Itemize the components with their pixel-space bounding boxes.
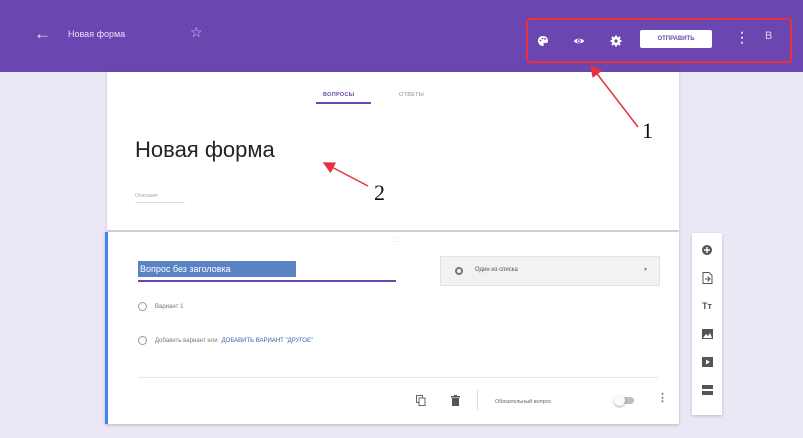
question-type-select[interactable]: Один из списка ▾ xyxy=(440,256,660,286)
required-toggle[interactable] xyxy=(614,395,634,406)
drag-handle-icon[interactable]: ⁚⁚⁚ xyxy=(389,236,399,244)
toolbar-highlight-box xyxy=(526,18,792,63)
import-questions-icon[interactable] xyxy=(700,271,714,285)
option-label[interactable]: Вариант 1 xyxy=(155,304,183,310)
callout-label-2: 2 xyxy=(374,180,385,205)
description-underline xyxy=(135,202,185,203)
add-other-option-link[interactable]: ДОБАВИТЬ ВАРИАНТ "ДРУГОЕ" xyxy=(222,338,314,344)
callout-label-1: 1 xyxy=(642,118,653,143)
question-card[interactable]: ⁚⁚⁚ Вопрос без заголовка Один из списка … xyxy=(105,232,679,424)
question-title-underline xyxy=(138,280,396,282)
radio-circle-icon xyxy=(138,336,147,345)
chevron-down-icon: ▾ xyxy=(643,267,647,273)
question-title-input[interactable]: Вопрос без заголовка xyxy=(138,261,296,277)
add-title-icon[interactable]: Tт xyxy=(700,299,714,313)
trash-icon[interactable] xyxy=(450,394,460,406)
tab-questions[interactable]: ВОПРОСЫ xyxy=(323,92,354,98)
form-header-card: ВОПРОСЫ ОТВЕТЫ Новая форма Описание xyxy=(107,72,679,230)
add-image-icon[interactable] xyxy=(700,327,714,341)
option-row[interactable]: Вариант 1 xyxy=(138,302,183,311)
star-outline-icon[interactable]: ☆ xyxy=(190,25,203,39)
radio-type-icon xyxy=(455,267,463,275)
add-option-row[interactable]: Добавить вариант или ДОБАВИТЬ ВАРИАНТ "Д… xyxy=(138,336,313,345)
tab-responses[interactable]: ОТВЕТЫ xyxy=(399,92,424,98)
footer-vertical-divider xyxy=(477,390,478,410)
required-label: Обязательный вопрос xyxy=(495,399,552,405)
arrow-back-icon[interactable]: ← xyxy=(34,25,51,42)
add-option-text[interactable]: Добавить вариант или xyxy=(155,338,218,344)
add-video-icon[interactable] xyxy=(700,355,714,369)
page-title[interactable]: Новая форма xyxy=(135,137,275,163)
question-footer-divider xyxy=(138,377,658,378)
question-toolbar: Tт xyxy=(692,233,722,415)
add-section-icon[interactable] xyxy=(700,383,714,397)
active-tab-indicator xyxy=(316,102,371,104)
copy-icon[interactable] xyxy=(416,394,426,406)
form-description-field[interactable]: Описание xyxy=(135,193,158,199)
more-vert-icon[interactable]: ⋮ xyxy=(657,391,668,404)
add-question-icon[interactable] xyxy=(700,243,714,257)
form-name[interactable]: Новая форма xyxy=(68,29,125,39)
radio-circle-icon xyxy=(138,302,147,311)
question-type-label: Один из списка xyxy=(475,267,518,273)
